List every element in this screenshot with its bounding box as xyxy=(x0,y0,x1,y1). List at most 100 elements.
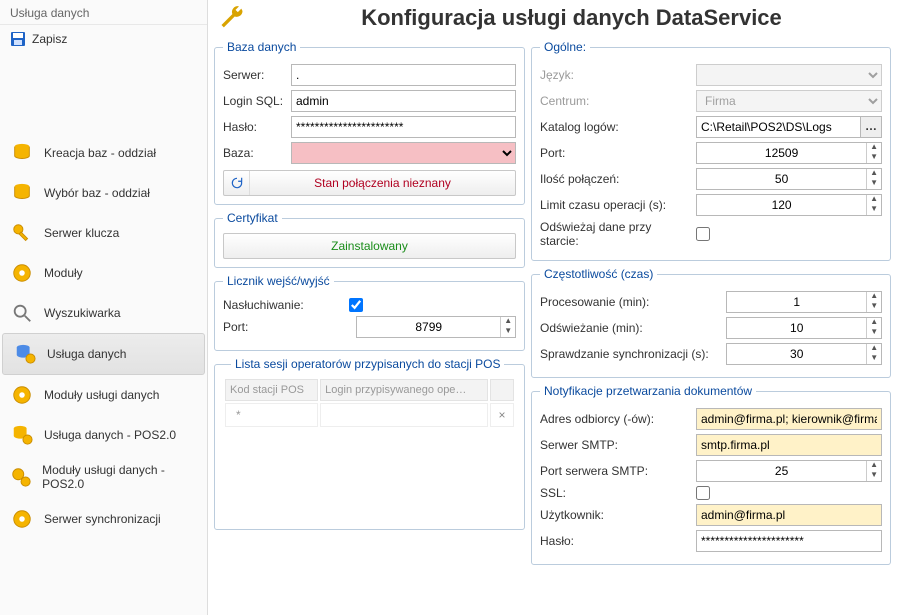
main-panel: Konfiguracja usługi danych DataService B… xyxy=(208,0,897,615)
save-label: Zapisz xyxy=(32,32,67,46)
save-icon xyxy=(10,31,26,47)
notify-pass-label: Hasło: xyxy=(540,534,690,548)
refresh-button[interactable] xyxy=(224,171,250,195)
notify-pass-input[interactable] xyxy=(696,530,882,552)
refresh-start-checkbox[interactable] xyxy=(696,227,710,241)
group-frequency: Częstotliwość (czas) Procesowanie (min):… xyxy=(531,267,891,378)
spin-down-icon[interactable]: ▼ xyxy=(867,179,881,189)
op-limit-input[interactable] xyxy=(697,195,866,215)
listen-checkbox[interactable] xyxy=(349,298,363,312)
nav-item-search[interactable]: Wyszukiwarka xyxy=(0,293,207,333)
close-row-button[interactable]: × xyxy=(490,403,514,427)
sessions-col-login[interactable]: Login przypisywanego ope… xyxy=(320,379,488,401)
nav-item-ds-modules[interactable]: Moduły usługi danych xyxy=(0,375,207,415)
connection-status-text: Stan połączenia nieznany xyxy=(250,176,515,190)
database-gear-icon xyxy=(13,342,37,366)
group-legend: Ogólne: xyxy=(540,40,590,54)
sidebar: Usługa danych Zapisz Kreacja baz - oddzi… xyxy=(0,0,208,615)
notify-user-input[interactable] xyxy=(696,504,882,526)
spin-down-icon[interactable]: ▼ xyxy=(867,354,881,364)
group-legend: Certyfikat xyxy=(223,211,282,225)
conn-count-input[interactable] xyxy=(697,169,866,189)
password-label: Hasło: xyxy=(223,120,285,134)
proc-spinner[interactable]: ▲▼ xyxy=(726,291,882,313)
op-limit-spinner[interactable]: ▲▼ xyxy=(696,194,882,216)
spin-down-icon[interactable]: ▼ xyxy=(501,327,515,337)
server-input[interactable] xyxy=(291,64,516,86)
gen-port-input[interactable] xyxy=(697,143,866,163)
browse-button[interactable]: … xyxy=(860,116,882,138)
smtp-label: Serwer SMTP: xyxy=(540,438,690,452)
spin-down-icon[interactable]: ▼ xyxy=(867,153,881,163)
smtp-port-label: Port serwera SMTP: xyxy=(540,464,690,478)
nav-label: Moduły xyxy=(44,266,83,280)
wrench-icon xyxy=(218,4,246,32)
nav-label: Serwer synchronizacji xyxy=(44,512,161,526)
lang-label: Język: xyxy=(540,68,690,82)
nav-item-create-db[interactable]: Kreacja baz - oddział xyxy=(0,133,207,173)
gen-port-label: Port: xyxy=(540,146,690,160)
center-select: Firma xyxy=(696,90,882,112)
sessions-col-code[interactable]: Kod stacji POS xyxy=(225,379,318,401)
save-button[interactable]: Zapisz xyxy=(0,25,207,53)
nav-item-ds-modules-pos2[interactable]: Moduły usługi danych - POS2.0 xyxy=(0,455,207,499)
spin-down-icon[interactable]: ▼ xyxy=(867,328,881,338)
spin-down-icon[interactable]: ▼ xyxy=(867,302,881,312)
spin-down-icon[interactable]: ▼ xyxy=(867,471,881,481)
nav-label: Wybór baz - oddział xyxy=(44,186,150,200)
base-select[interactable] xyxy=(291,142,516,164)
op-limit-label: Limit czasu operacji (s): xyxy=(540,198,690,212)
proc-input[interactable] xyxy=(727,292,866,312)
certificate-status-text: Zainstalowany xyxy=(224,239,515,253)
gear-icon xyxy=(10,383,34,407)
lang-select xyxy=(696,64,882,86)
recip-input[interactable] xyxy=(696,408,882,430)
nav-item-sync-server[interactable]: Serwer synchronizacji xyxy=(0,499,207,539)
certificate-button[interactable]: Zainstalowany xyxy=(223,233,516,259)
table-row[interactable]: * × xyxy=(225,403,514,427)
login-label: Login SQL: xyxy=(223,94,285,108)
nav-item-choose-db[interactable]: Wybór baz - oddział xyxy=(0,173,207,213)
nav-item-key-server[interactable]: Serwer klucza xyxy=(0,213,207,253)
smtp-input[interactable] xyxy=(696,434,882,456)
database-icon xyxy=(10,181,34,205)
sync-label: Sprawdzanie synchronizacji (s): xyxy=(540,347,720,361)
refresh-start-label: Odświeżaj dane przy starcie: xyxy=(540,220,690,248)
password-input[interactable] xyxy=(291,116,516,138)
smtp-port-spinner[interactable]: ▲▼ xyxy=(696,460,882,482)
logdir-input[interactable] xyxy=(696,116,860,138)
nav-label: Wyszukiwarka xyxy=(44,306,121,320)
refresh-label: Odświeżanie (min): xyxy=(540,321,720,335)
nav-label: Usługa danych xyxy=(47,347,126,361)
refresh-spinner[interactable]: ▲▼ xyxy=(726,317,882,339)
notify-user-label: Użytkownik: xyxy=(540,508,690,522)
group-legend: Notyfikacje przetwarzania dokumentów xyxy=(540,384,756,398)
base-label: Baza: xyxy=(223,146,285,160)
counter-port-spinner[interactable]: ▲▼ xyxy=(356,316,516,338)
server-label: Serwer: xyxy=(223,68,285,82)
counter-port-input[interactable] xyxy=(357,317,500,337)
nav-item-data-service[interactable]: Usługa danych xyxy=(2,333,205,375)
page-title: Konfiguracja usługi danych DataService xyxy=(256,5,887,31)
sync-spinner[interactable]: ▲▼ xyxy=(726,343,882,365)
nav-label: Kreacja baz - oddział xyxy=(44,146,156,160)
sync-input[interactable] xyxy=(727,344,866,364)
gen-port-spinner[interactable]: ▲▼ xyxy=(696,142,882,164)
spin-down-icon[interactable]: ▼ xyxy=(867,205,881,215)
conn-count-spinner[interactable]: ▲▼ xyxy=(696,168,882,190)
group-legend: Baza danych xyxy=(223,40,300,54)
ssl-checkbox[interactable] xyxy=(696,486,710,500)
login-input[interactable] xyxy=(291,90,516,112)
table-row xyxy=(225,429,514,519)
nav-item-modules[interactable]: Moduły xyxy=(0,253,207,293)
listen-label: Nasłuchiwanie: xyxy=(223,298,343,312)
group-legend: Lista sesji operatorów przypisanych do s… xyxy=(231,357,504,371)
recip-label: Adres odbiorcy (-ów): xyxy=(540,412,690,426)
conn-count-label: Ilość połączeń: xyxy=(540,172,690,186)
proc-label: Procesowanie (min): xyxy=(540,295,720,309)
search-icon xyxy=(10,301,34,325)
refresh-input[interactable] xyxy=(727,318,866,338)
nav-item-ds-pos2[interactable]: Usługa danych - POS2.0 xyxy=(0,415,207,455)
smtp-port-input[interactable] xyxy=(697,461,866,481)
ssl-label: SSL: xyxy=(540,486,690,500)
